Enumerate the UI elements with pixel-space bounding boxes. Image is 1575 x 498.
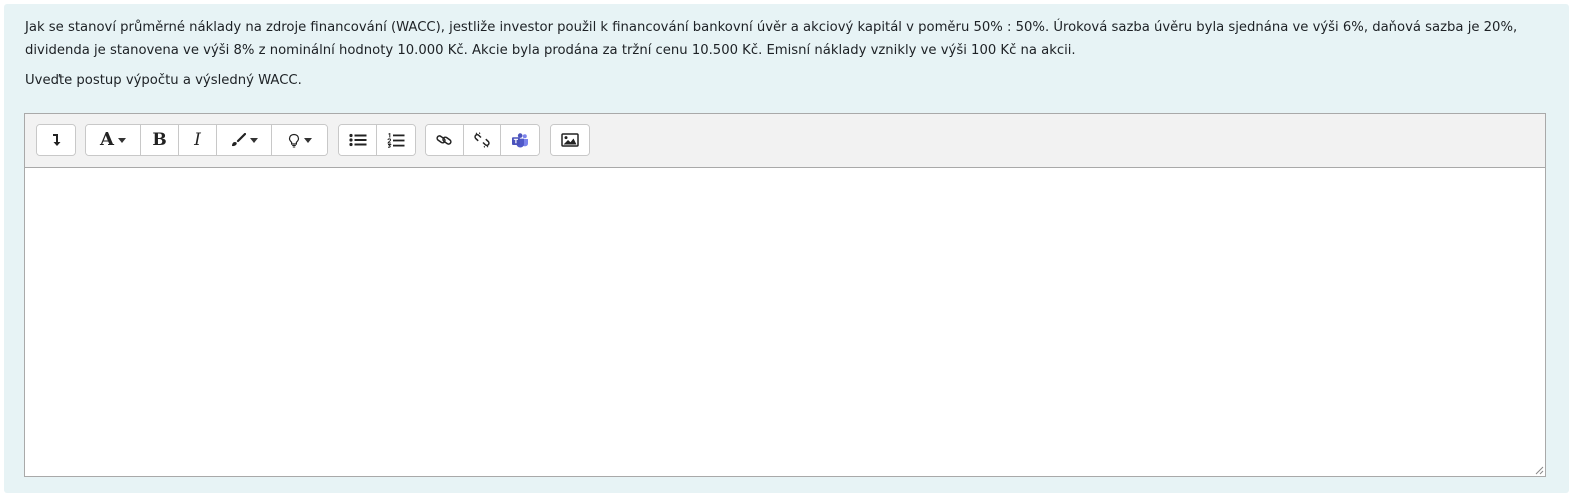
teams-meeting-button[interactable] — [501, 125, 539, 155]
ordered-list-button[interactable] — [377, 125, 415, 155]
toggle-toolbar-icon — [53, 134, 61, 146]
question-text: Jak se stanoví průměrné náklady na zdroj… — [25, 16, 1545, 99]
link-icon — [436, 135, 452, 145]
question-instruction: Uveďte postup výpočtu a výsledný WACC. — [25, 73, 302, 88]
italic-button[interactable]: I — [179, 125, 217, 155]
toolbar-group-links — [425, 124, 540, 156]
toolbar-group-format: A B I — [85, 124, 328, 156]
editor-content-area[interactable] — [25, 168, 1545, 476]
unordered-list-button[interactable] — [339, 125, 377, 155]
font-style-icon: A — [100, 129, 114, 150]
text-color-button[interactable] — [217, 125, 272, 155]
question-body: Jak se stanoví průměrné náklady na zdroj… — [25, 20, 1518, 58]
editor-toolbar: A B I — [25, 114, 1545, 168]
toolbar-group-media — [550, 124, 590, 156]
unordered-list-icon — [348, 133, 366, 147]
toolbar-group-lists — [338, 124, 416, 156]
lightbulb-icon — [288, 133, 299, 148]
toggle-toolbar-button[interactable] — [37, 125, 75, 155]
unlink-icon — [474, 132, 490, 148]
bold-button[interactable]: B — [141, 125, 179, 155]
question-panel: Jak se stanoví průměrné náklady na zdroj… — [4, 4, 1569, 493]
link-button[interactable] — [426, 125, 464, 155]
brush-icon — [232, 133, 246, 147]
answer-editor: A B I — [24, 113, 1546, 477]
teams-icon — [512, 132, 529, 147]
font-style-button[interactable]: A — [86, 125, 141, 155]
bold-icon: B — [152, 129, 167, 150]
toolbar-group-toggle — [36, 124, 76, 156]
chevron-down-icon — [117, 137, 126, 143]
chevron-down-icon — [250, 137, 258, 143]
insert-image-button[interactable] — [551, 125, 589, 155]
resize-handle-icon[interactable] — [1532, 463, 1544, 475]
image-icon — [561, 133, 579, 147]
italic-icon: I — [194, 129, 201, 150]
chevron-down-icon — [303, 137, 312, 143]
ordered-list-icon — [387, 132, 405, 148]
styles-button[interactable] — [272, 125, 327, 155]
unlink-button[interactable] — [463, 125, 502, 155]
